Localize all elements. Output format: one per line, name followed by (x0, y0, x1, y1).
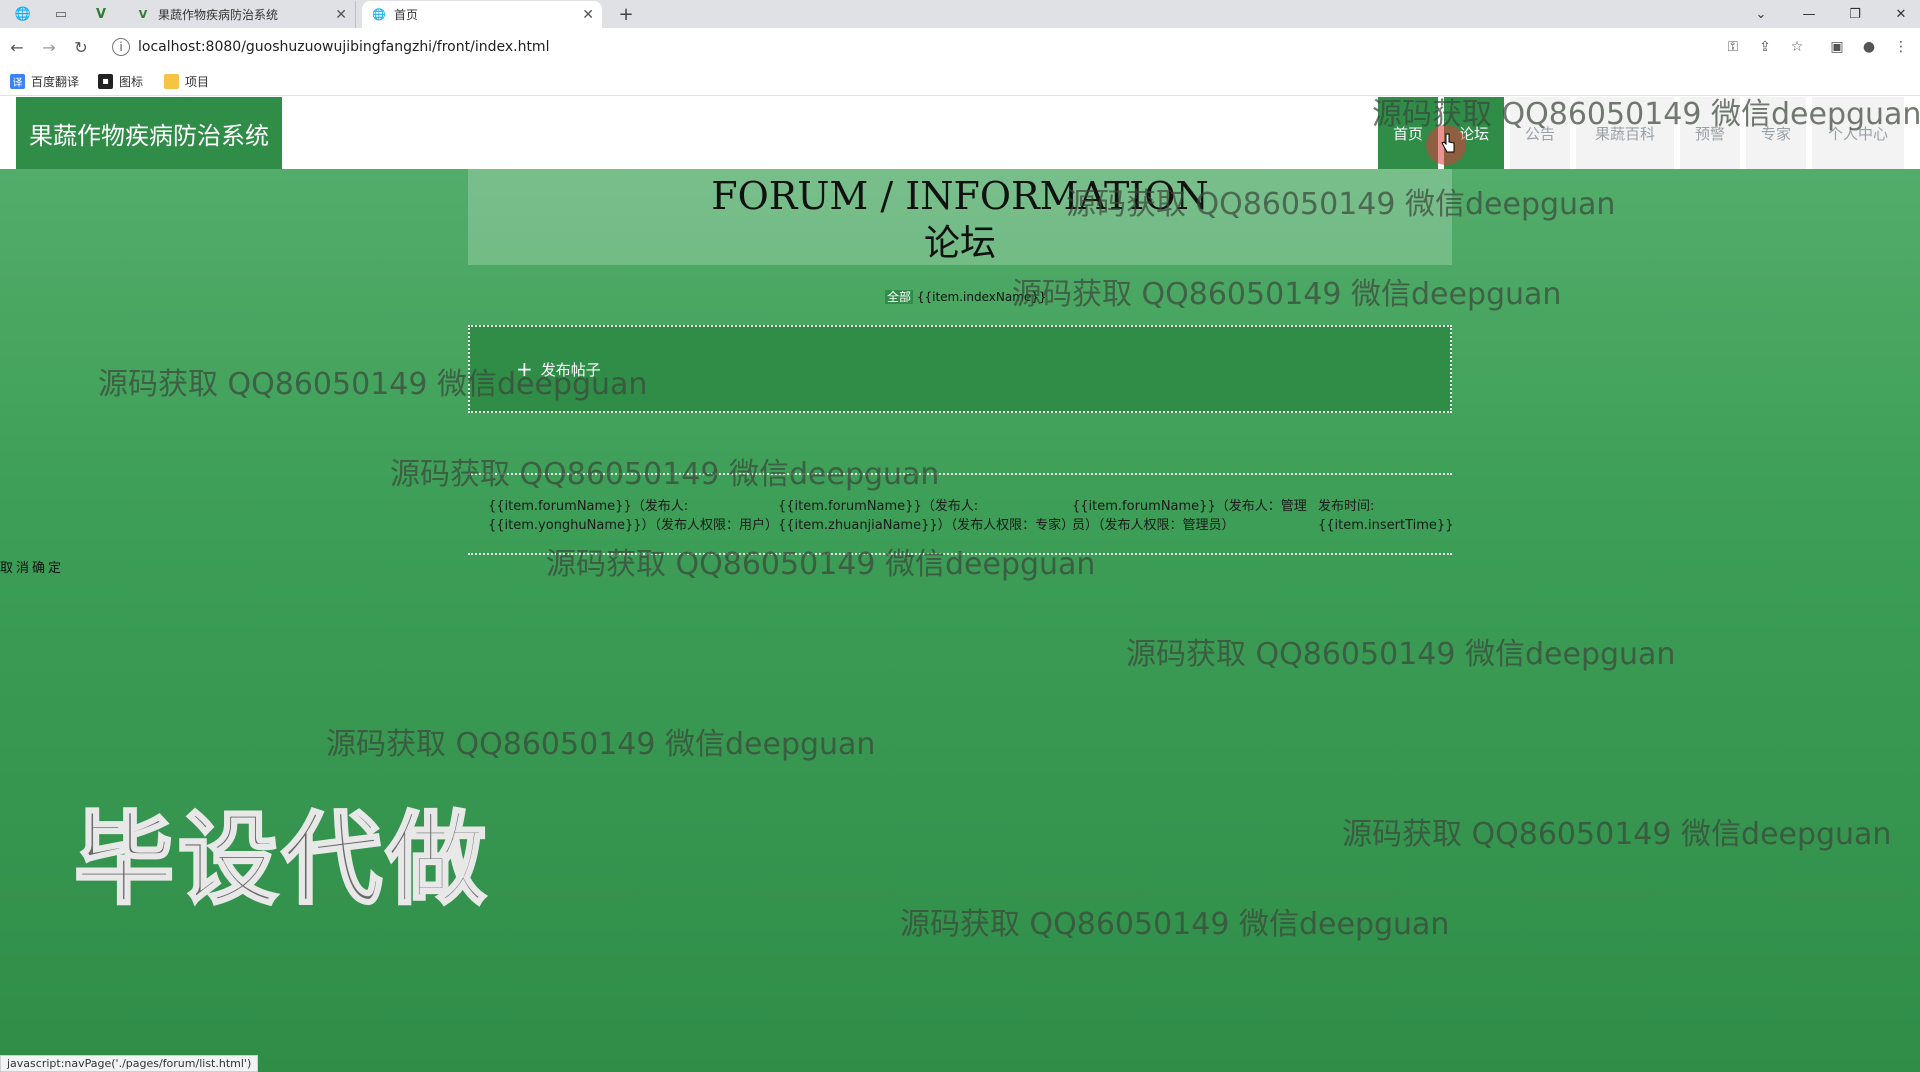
vue-tab-icon[interactable]: V (86, 0, 116, 28)
post-list: {{item.forumName}}（发布人: {{item.yonghuNam… (468, 473, 1453, 555)
back-button[interactable]: ← (6, 36, 28, 58)
key-icon[interactable]: ⚿ (1722, 36, 1744, 58)
nav-label: 公告 (1524, 124, 1555, 143)
cancel-confirm-actions[interactable]: 取消确定 (0, 557, 64, 576)
reload-button[interactable]: ↻ (70, 36, 92, 58)
category-tabs: 全部 {{item.indexName}} (885, 288, 1047, 305)
folder-icon (164, 73, 179, 89)
close-icon[interactable]: ✕ (582, 7, 594, 23)
bookmark-item[interactable]: ▪ 图标 (98, 72, 143, 90)
watermark: 源码获取 QQ86050149 微信deepguan (326, 727, 876, 762)
nav-label: 预警 (1694, 124, 1725, 143)
url-field[interactable]: i localhost:8080/guoshuzuowujibingfangzh… (106, 33, 1706, 61)
post-line: {{item.yonghuName}}）（发布人权限：用户） (488, 518, 779, 533)
bookmark-label: 图标 (119, 74, 144, 89)
forum-title-en: FORUM / INFORMATION (711, 174, 1209, 218)
translate-icon: 译 (10, 73, 25, 89)
tab-title: 果蔬作物疾病防治系统 (158, 8, 279, 22)
nav-label: 个人中心 (1827, 124, 1888, 143)
post-line: 员）（发布人权限：管理员） (1072, 518, 1235, 533)
sidepanel-icon[interactable]: ▣ (1826, 36, 1848, 58)
category-all[interactable]: 全部 (885, 290, 914, 304)
globe-icon[interactable]: 🌐 (8, 0, 38, 28)
site-header: 果蔬作物疾病防治系统 首页 论坛 公告 果蔬百科 预警 专家 个人中心 (0, 97, 1920, 169)
menu-icon[interactable]: ⋮ (1890, 36, 1912, 58)
post-expert[interactable]: {{item.forumName}}（发布人: {{item.zhuanjiaN… (778, 497, 1074, 535)
url-text: localhost:8080/guoshuzuowujibingfangzhi/… (138, 39, 550, 55)
minimize-button[interactable]: — (1786, 0, 1832, 28)
restore-button[interactable]: ❐ (1832, 0, 1878, 28)
star-icon[interactable]: ☆ (1786, 36, 1808, 58)
vue-logo-icon: V (138, 8, 148, 21)
profile-icon[interactable]: ● (1858, 36, 1880, 58)
publish-post-button[interactable]: + 发布帖子 (516, 357, 601, 381)
bookmark-item[interactable]: 项目 (164, 72, 209, 90)
tab-system[interactable]: V 果蔬作物疾病防治系统 ✕ (126, 1, 356, 28)
forum-title-block: FORUM / INFORMATION 论坛 (468, 169, 1452, 265)
nav-label: 专家 (1760, 124, 1791, 143)
hand-cursor-icon (1441, 133, 1455, 153)
nav-label: 果蔬百科 (1594, 124, 1655, 143)
site-title: 果蔬作物疾病防治系统 (29, 121, 269, 150)
nav-user-center[interactable]: 个人中心 (1812, 97, 1904, 169)
post-line: {{item.zhuanjiaName}}）（发布人权限：专家） (778, 518, 1075, 533)
category-item[interactable]: {{item.indexName}} (917, 290, 1047, 304)
nav-label: 首页 (1392, 124, 1423, 143)
watermark: 源码获取 QQ86050149 微信deepguan (1012, 277, 1562, 312)
forward-button[interactable]: → (38, 36, 60, 58)
watermark: 源码获取 QQ86050149 微信deepguan (1342, 817, 1892, 852)
post-line: {{item.forumName}}（发布人: (488, 499, 689, 514)
bookmarks-bar: 译 百度翻译 ▪ 图标 项目 (0, 66, 1920, 96)
blank-tab-icon[interactable]: ▭ (46, 0, 76, 28)
browser-tab-strip: 🌐 ▭ V V 果蔬作物疾病防治系统 ✕ 🌐 首页 ✕ + ⌄ — ❐ ✕ (0, 0, 1920, 28)
image-icon: ▪ (98, 73, 113, 89)
post-time: 发布时间: {{item.insertTime}} (1318, 497, 1453, 535)
new-tab-button[interactable]: + (614, 0, 638, 28)
post-line: 发布时间: (1318, 499, 1375, 514)
bookmark-label: 项目 (185, 74, 210, 89)
nav-warning[interactable]: 预警 (1680, 97, 1740, 169)
chevron-down-icon[interactable]: ⌄ (1738, 0, 1784, 28)
nav-encyclopedia[interactable]: 果蔬百科 (1576, 97, 1674, 169)
close-icon[interactable]: ✕ (335, 7, 347, 23)
forum-title-cn: 论坛 (923, 223, 996, 264)
publish-bar: + 发布帖子 (468, 325, 1452, 413)
post-user[interactable]: {{item.forumName}}（发布人: {{item.yonghuNam… (488, 497, 778, 535)
info-icon[interactable]: i (112, 38, 130, 56)
status-url-bar: javascript:navPage('./pages/forum/list.h… (0, 1055, 259, 1072)
post-line: {{item.forumName}}（发布人：管理 (1072, 499, 1307, 514)
page-viewport: 果蔬作物疾病防治系统 首页 论坛 公告 果蔬百科 预警 专家 个人中心 FORU… (0, 97, 1920, 1072)
share-icon[interactable]: ⇪ (1754, 36, 1776, 58)
tab-home[interactable]: 🌐 首页 ✕ (362, 1, 602, 28)
tab-title: 首页 (394, 8, 419, 22)
bookmark-item[interactable]: 译 百度翻译 (10, 72, 79, 90)
watermark: 源码获取 QQ86050149 微信deepguan (1126, 637, 1676, 672)
site-logo[interactable]: 果蔬作物疾病防治系统 (16, 97, 296, 169)
post-line: {{item.forumName}}（发布人: (778, 499, 979, 514)
post-admin[interactable]: {{item.forumName}}（发布人：管理 员）（发布人权限：管理员） (1072, 497, 1307, 535)
post-line: {{item.insertTime}} (1318, 518, 1454, 533)
window-close-button[interactable]: ✕ (1878, 0, 1920, 28)
plus-icon: + (516, 357, 533, 381)
watermark: 源码获取 QQ86050149 微信deepguan (900, 907, 1450, 942)
bookmark-label: 百度翻译 (31, 74, 80, 89)
globe-icon: 🌐 (372, 8, 386, 21)
address-bar-row: ← → ↻ i localhost:8080/guoshuzuowujibing… (0, 28, 1920, 66)
nav-expert[interactable]: 专家 (1746, 97, 1806, 169)
nav-notice[interactable]: 公告 (1510, 97, 1570, 169)
publish-label: 发布帖子 (540, 360, 601, 379)
promo-text: 毕设代做 (73, 800, 490, 920)
